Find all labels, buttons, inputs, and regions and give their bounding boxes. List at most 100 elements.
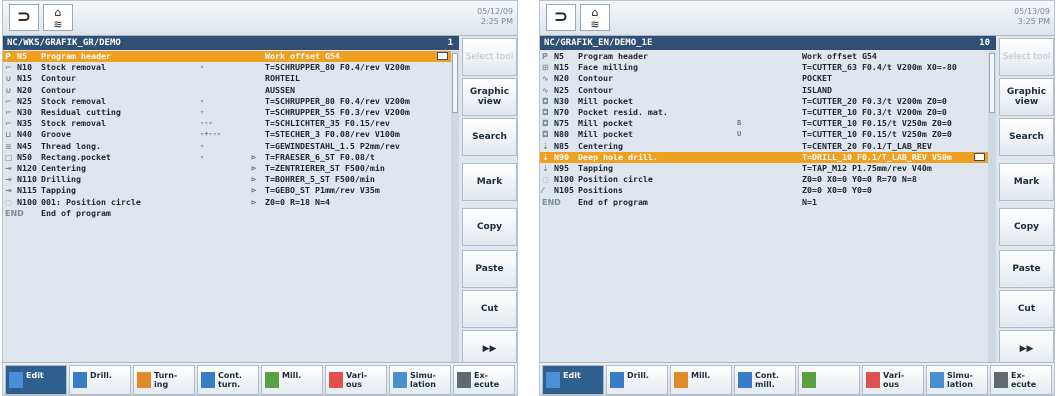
softkey-3[interactable]: Search <box>999 118 1054 156</box>
softkey-label: Ex- ecute <box>474 371 500 389</box>
softkey-5[interactable]: Copy <box>999 208 1054 246</box>
block-number: N40 <box>17 129 32 140</box>
program-row[interactable]: P N5 Program header Work offset G54 <box>3 51 451 62</box>
machine-icon[interactable]: ⌂ ≋ <box>43 4 73 31</box>
step-icon: ⊞ <box>542 63 549 73</box>
step-parameters: Z0=0 X0=0 Y0=0 R=70 N=8 <box>802 174 917 185</box>
softkey-2[interactable]: Graphic view <box>999 78 1054 116</box>
softkey-icon <box>546 372 560 388</box>
program-row[interactable]: ≋ N45 Thread long. ▿ T=GEWINDESTAHL_1.5 P2mm… <box>3 141 451 152</box>
softkey-icon <box>674 372 688 388</box>
horizontal-softkey-6[interactable]: Vari- ous <box>325 365 387 395</box>
program-row[interactable]: P N5 Program header Work offset G54 <box>540 51 988 62</box>
step-description: Tapping <box>578 163 613 173</box>
program-row[interactable]: ◌ N100 Position circle Z0=0 X0=0 Y0=0 R=70 … <box>540 174 988 185</box>
step-icon: ∪ <box>5 85 12 95</box>
horizontal-softkey-6[interactable]: Vari- ous <box>862 365 924 395</box>
softkey-7[interactable]: Cut <box>462 290 517 328</box>
horizontal-softkey-1[interactable]: Edit <box>542 365 604 395</box>
program-row[interactable]: ◘ N80 Mill pocket U T=CUTTER_10 F0.15/t V250… <box>540 129 988 140</box>
softkey-label: Cont. mill. <box>755 371 779 389</box>
softkey-icon <box>201 372 215 388</box>
program-list[interactable]: P N5 Program header Work offset G54 ⌐ N10 Stoc… <box>3 51 451 381</box>
softkey-label: Mill. <box>282 371 302 380</box>
softkey-4[interactable]: Mark <box>462 163 517 201</box>
softkey-icon <box>738 372 752 388</box>
softkey-2[interactable]: Graphic view <box>462 78 517 116</box>
step-parameters: ROHTEIL <box>265 73 300 84</box>
program-row[interactable]: ◘ N75 Mill pocket B T=CUTTER_10 F0.15/t V250… <box>540 118 988 129</box>
date-time: 05/12/09 2:25 PM <box>477 7 513 27</box>
program-row[interactable]: ⇣ N85 Centering T=CENTER_20 F0.1/T_LAB_REV <box>540 141 988 152</box>
program-row[interactable]: ∪ N15 Contour ROHTEIL <box>3 73 451 84</box>
program-row[interactable]: □ N50 Rectang.pocket ▿ ⊳ T=FRAESER_6_ST F0.08… <box>3 152 451 163</box>
right-editor-panel: ⊃ ⌂ ≋ 05/13/09 3:25 PM NC/GRAFIK_EN/DEMO_… <box>539 0 1055 396</box>
machine-icon[interactable]: ⌂ ≋ <box>580 4 610 31</box>
horizontal-softkey-4[interactable]: Cont. turn. <box>197 365 259 395</box>
vertical-scrollbar[interactable] <box>451 51 459 381</box>
scroll-thumb[interactable] <box>989 53 995 113</box>
program-row[interactable]: ⁄ N105 Positions Z0=0 X0=0 Y0=0 <box>540 185 988 196</box>
block-number: N90 <box>554 151 569 162</box>
program-row[interactable]: ⌐ N25 Stock removal ▿ T=SCHRUPPER_80 F0.4/re… <box>3 96 451 107</box>
horizontal-softkey-8[interactable]: Ex- ecute <box>453 365 515 395</box>
softkey-4[interactable]: Mark <box>999 163 1054 201</box>
program-row[interactable]: ⇥ N120 Centering ⊳ T=ZENTRIERER_ST F500/min <box>3 163 451 174</box>
block-number: N100 <box>554 174 574 185</box>
horizontal-softkey-7[interactable]: Simu- lation <box>389 365 451 395</box>
step-description: Stock removal <box>41 118 106 129</box>
step-icon: ⇥ <box>5 186 12 196</box>
horizontal-softkey-3[interactable]: Turn- ing <box>133 365 195 395</box>
program-row[interactable]: ⊞ N15 Face milling T=CUTTER_63 F0.4/t V200m… <box>540 62 988 73</box>
program-row[interactable]: ◌ N100 001: Position circle ⊳ Z0=0 R=18 N=4 <box>3 197 451 208</box>
softkey-icon <box>137 372 151 388</box>
block-number: N35 <box>17 118 32 129</box>
softkey-7[interactable]: Cut <box>999 290 1054 328</box>
program-row[interactable]: ◘ N70 Pocket resid. mat. T=CUTTER_10 F0.3/t… <box>540 107 988 118</box>
program-row[interactable]: ⌐ N30 Residual cutting ▿ T=SCHRUPPER_55 F0.3… <box>3 107 451 118</box>
program-row[interactable]: ⇣ N95 Tapping T=TAP_M12 P1.75mm/rev V40m <box>540 163 988 174</box>
scroll-thumb[interactable] <box>452 53 458 113</box>
softkey-label: Cont. turn. <box>218 371 242 389</box>
edit-step-icon[interactable] <box>974 152 985 161</box>
step-description: Contour <box>41 84 76 95</box>
program-row[interactable]: ∿ N25 Contour ISLAND <box>540 85 988 96</box>
horizontal-softkeys: Edit Drill. Turn- ing Cont. turn. Mill. Vari-… <box>3 362 517 395</box>
block-number: N80 <box>554 129 569 140</box>
softkey-1[interactable]: Select tool <box>462 38 517 76</box>
program-row[interactable]: ⇥ N115 Tapping ⊳ T=GEBO_ST P1mm/rev V35m <box>3 185 451 196</box>
program-row[interactable]: END End of program <box>3 208 451 219</box>
softkey-6[interactable]: Paste <box>462 250 517 288</box>
horizontal-softkey-5[interactable]: Mill. <box>261 365 323 395</box>
softkey-5[interactable]: Copy <box>462 208 517 246</box>
horizontal-softkey-2[interactable]: Drill. <box>69 365 131 395</box>
horizontal-softkey-4[interactable]: Cont. mill. <box>734 365 796 395</box>
softkey-6[interactable]: Paste <box>999 250 1054 288</box>
horizontal-softkey-8[interactable]: Ex- ecute <box>990 365 1052 395</box>
program-row[interactable]: END End of program N=1 <box>540 197 988 208</box>
program-row[interactable]: ∪ N20 Contour AUSSEN <box>3 85 451 96</box>
softkey-3[interactable]: Search <box>462 118 517 156</box>
program-row[interactable]: ◘ N30 Mill pocket T=CUTTER_20 F0.3/t V200m … <box>540 96 988 107</box>
menu-return-icon[interactable]: ⊃ <box>546 4 576 31</box>
edit-step-icon[interactable] <box>437 52 448 60</box>
program-row[interactable]: ⇥ N110 Drilling ⊳ T=BOHRER_5_ST F500/min <box>3 174 451 185</box>
program-row[interactable]: ∿ N20 Contour POCKET <box>540 73 988 84</box>
step-icon: ⌐ <box>5 63 12 73</box>
vertical-scrollbar[interactable] <box>988 51 996 381</box>
menu-return-icon[interactable]: ⊃ <box>9 4 39 31</box>
step-icon: ≋ <box>5 141 12 151</box>
program-row[interactable]: ⌐ N10 Stock removal ▿ T=SCHRUPPER_80 F0.4/re… <box>3 62 451 73</box>
softkey-1[interactable]: Select tool <box>999 38 1054 76</box>
horizontal-softkey-7[interactable]: Simu- lation <box>926 365 988 395</box>
horizontal-softkey-3[interactable]: Mill. <box>670 365 732 395</box>
step-parameters: Z0=0 X0=0 Y0=0 <box>802 185 872 196</box>
program-row[interactable]: ⊔ N40 Groove ▿+▿▿▿ T=STECHER_3 F0.08/rev V10… <box>3 129 451 140</box>
horizontal-softkey-1[interactable]: Edit <box>5 365 67 395</box>
program-row[interactable]: ⌐ N35 Stock removal ▿▿▿ T=SCHLICHTER_35 F0.1… <box>3 118 451 129</box>
horizontal-softkey-2[interactable]: Drill. <box>606 365 668 395</box>
horizontal-softkey-5[interactable] <box>798 365 860 395</box>
program-list[interactable]: P N5 Program header Work offset G54 ⊞ N15 Face… <box>540 51 988 381</box>
program-row[interactable]: ⇣ N90 Deep hole drill. T=DRILL_10 F0.1/T_LA… <box>540 151 988 163</box>
step-description: Rectang.pocket <box>41 151 111 162</box>
